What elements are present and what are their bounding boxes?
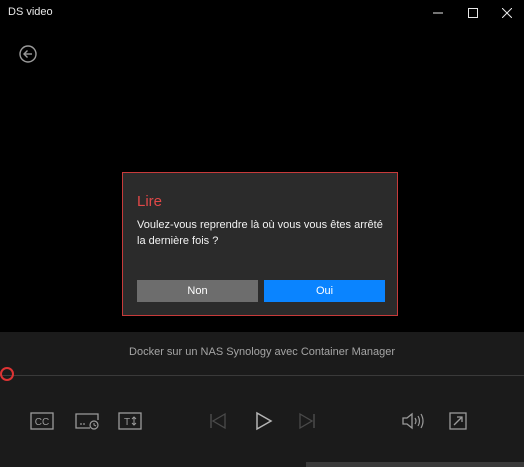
next-button[interactable] <box>295 410 319 432</box>
close-button[interactable] <box>490 0 524 26</box>
next-icon <box>299 412 315 430</box>
text-size-button[interactable]: T <box>118 410 142 432</box>
seek-handle[interactable] <box>0 367 14 381</box>
window-title: DS video <box>8 6 53 18</box>
back-button[interactable] <box>18 44 38 64</box>
play-icon <box>256 411 273 431</box>
seek-bar[interactable] <box>0 375 524 376</box>
playback-timer-button[interactable] <box>75 410 99 432</box>
fullscreen-icon <box>449 412 467 430</box>
no-button[interactable]: Non <box>137 280 258 302</box>
resume-dialog: Lire Voulez-vous reprendre là où vous vo… <box>122 172 398 316</box>
maximize-button[interactable] <box>456 0 490 26</box>
fullscreen-button[interactable] <box>446 410 470 432</box>
closed-captions-icon: CC <box>30 412 54 430</box>
volume-icon <box>402 412 424 430</box>
minimize-icon <box>433 12 443 14</box>
play-button[interactable] <box>251 410 275 432</box>
closed-captions-button[interactable]: CC <box>30 410 54 432</box>
dialog-message: Voulez-vous reprendre là où vous vous êt… <box>137 219 383 247</box>
close-icon <box>502 8 512 18</box>
previous-icon <box>210 412 226 430</box>
minimize-button[interactable] <box>421 0 455 26</box>
title-bar: DS video <box>0 0 524 26</box>
arrow-left-circle-icon <box>19 45 37 63</box>
video-title: Docker sur un NAS Synology avec Containe… <box>129 346 395 358</box>
maximize-icon <box>468 8 478 18</box>
volume-button[interactable] <box>401 410 425 432</box>
playback-timer-icon <box>75 413 99 430</box>
taskbar-strip <box>306 462 524 467</box>
previous-button[interactable] <box>206 410 230 432</box>
text-size-icon: T <box>118 412 142 430</box>
yes-button[interactable]: Oui <box>264 280 385 302</box>
player-controls: Docker sur un NAS Synology avec Containe… <box>0 332 524 467</box>
dialog-title: Lire <box>137 193 163 210</box>
svg-text:CC: CC <box>35 417 49 428</box>
svg-text:T: T <box>124 417 130 428</box>
